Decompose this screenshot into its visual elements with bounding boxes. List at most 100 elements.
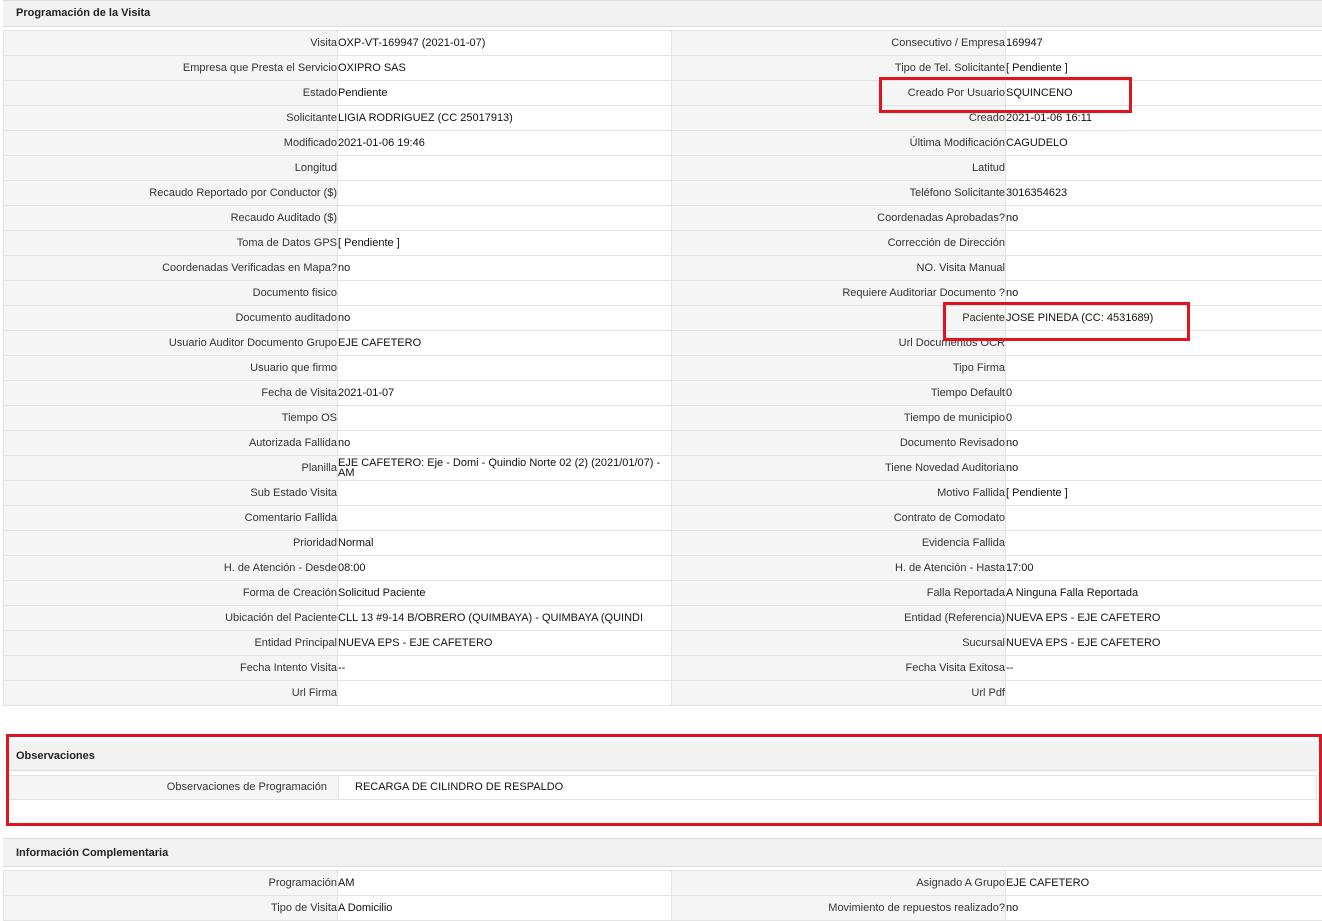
field-value xyxy=(338,681,672,706)
field-label: Programación xyxy=(4,871,338,896)
field-value: LIGIA RODRIGUEZ (CC 25017913) xyxy=(338,106,672,131)
programacion-row: PrioridadNormalEvidencia Fallida xyxy=(4,531,1322,556)
field-value: no xyxy=(1006,281,1322,306)
field-value: Solicitud Paciente xyxy=(338,581,672,606)
field-value xyxy=(1006,231,1322,256)
field-label: Teléfono Solicitante xyxy=(672,181,1006,206)
field-value xyxy=(338,181,672,206)
field-value: JOSE PINEDA (CC: 4531689) xyxy=(1006,306,1322,331)
programacion-row: Entidad PrincipalNUEVA EPS - EJE CAFETER… xyxy=(4,631,1322,656)
field-value: no xyxy=(338,431,672,456)
programacion-row: Fecha de Visita 2021-01-07Tiempo Default… xyxy=(4,381,1322,406)
field-value: CLL 13 #9-14 B/OBRERO (QUIMBAYA) - QUIMB… xyxy=(338,606,672,631)
field-value xyxy=(338,281,672,306)
programacion-table: VisitaOXP-VT-169947 (2021-01-07)Consecut… xyxy=(3,30,1322,706)
field-label: Asignado A Grupo xyxy=(672,871,1006,896)
programacion-row: Fecha Intento Visita --Fecha Visita Exit… xyxy=(4,656,1322,681)
field-label: Usuario Auditor Documento Grupo xyxy=(4,331,338,356)
field-value: Normal xyxy=(338,531,672,556)
field-label: Documento fisico xyxy=(4,281,338,306)
field-value xyxy=(338,206,672,231)
observaciones-value: RECARGA DE CILINDRO DE RESPALDO xyxy=(339,776,563,799)
field-label: Tipo de Visita xyxy=(4,896,338,921)
field-value: NUEVA EPS - EJE CAFETERO xyxy=(1006,606,1322,631)
field-label: Tiempo OS xyxy=(4,406,338,431)
observaciones-label: Observaciones de Programación xyxy=(9,776,339,799)
field-label: H. de Atención - Desde xyxy=(4,556,338,581)
field-label: Tiempo Default xyxy=(672,381,1006,406)
field-label: Planilla xyxy=(4,456,338,481)
field-value: 169947 xyxy=(1006,31,1322,56)
field-label: Tiene Novedad Auditoria xyxy=(672,456,1006,481)
complementaria-header: Información Complementaria xyxy=(3,838,1322,867)
field-label: Tipo de Tel. Solicitante xyxy=(672,56,1006,81)
programacion-row: Coordenadas Verificadas en Mapa? noNO. V… xyxy=(4,256,1322,281)
field-label: Fecha de Visita xyxy=(4,381,338,406)
field-value: OXP-VT-169947 (2021-01-07) xyxy=(338,31,672,56)
field-label: Última Modificación xyxy=(672,131,1006,156)
programacion-row: Ubicación del PacienteCLL 13 #9-14 B/OBR… xyxy=(4,606,1322,631)
observaciones-row: Observaciones de Programación RECARGA DE… xyxy=(8,775,1317,800)
field-value: 3016354623 xyxy=(1006,181,1322,206)
field-label: Usuario que firmo xyxy=(4,356,338,381)
field-value: [ Pendiente ] xyxy=(1006,481,1322,506)
field-value: A Domicilio xyxy=(338,896,672,921)
field-value xyxy=(1006,356,1322,381)
field-value: 2021-01-07 xyxy=(338,381,672,406)
complementaria-row: Tipo de VisitaA DomicilioMovimiento de r… xyxy=(4,896,1322,921)
field-label: Documento auditado xyxy=(4,306,338,331)
field-value: SQUINCENO xyxy=(1006,81,1322,106)
programacion-row: Autorizada Fallida noDocumento Revisado … xyxy=(4,431,1322,456)
field-value: OXIPRO SAS xyxy=(338,56,672,81)
field-label: Url Pdf xyxy=(672,681,1006,706)
field-label: Tipo Firma xyxy=(672,356,1006,381)
field-label: Forma de Creación xyxy=(4,581,338,606)
field-label: Modificado xyxy=(4,131,338,156)
programacion-row: VisitaOXP-VT-169947 (2021-01-07)Consecut… xyxy=(4,31,1322,56)
programacion-row: SolicitanteLIGIA RODRIGUEZ (CC 25017913)… xyxy=(4,106,1322,131)
field-label: Latitud xyxy=(672,156,1006,181)
programacion-row: PlanillaEJE CAFETERO: Eje - Domi - Quind… xyxy=(4,456,1322,481)
field-label: Solicitante xyxy=(4,106,338,131)
programacion-row: Modificado2021-01-06 19:46Última Modific… xyxy=(4,131,1322,156)
field-label: H. de Atención - Hasta xyxy=(672,556,1006,581)
programacion-row: Usuario Auditor Documento GrupoEJE CAFET… xyxy=(4,331,1322,356)
field-value: -- xyxy=(338,656,672,681)
programacion-row: Recaudo Reportado por Conductor ($)Teléf… xyxy=(4,181,1322,206)
field-value: no xyxy=(1006,206,1322,231)
field-label: Motivo Fallida xyxy=(672,481,1006,506)
field-label: Evidencia Fallida xyxy=(672,531,1006,556)
programacion-row: Longitud Latitud xyxy=(4,156,1322,181)
field-label: NO. Visita Manual xyxy=(672,256,1006,281)
field-label: Movimiento de repuestos realizado? xyxy=(672,896,1006,921)
field-label: Sub Estado Visita xyxy=(4,481,338,506)
field-label: Entidad (Referencia) xyxy=(672,606,1006,631)
field-value xyxy=(1006,681,1322,706)
field-label: Fecha Intento Visita xyxy=(4,656,338,681)
field-value xyxy=(1006,256,1322,281)
programacion-row: Empresa que Presta el ServicioOXIPRO SAS… xyxy=(4,56,1322,81)
field-label: Entidad Principal xyxy=(4,631,338,656)
field-label: Visita xyxy=(4,31,338,56)
field-value: 2021-01-06 19:46 xyxy=(338,131,672,156)
field-label: Longitud xyxy=(4,156,338,181)
field-label: Paciente xyxy=(672,306,1006,331)
programacion-row: Documento auditado noPacienteJOSE PINEDA… xyxy=(4,306,1322,331)
field-value xyxy=(338,156,672,181)
field-label: Autorizada Fallida xyxy=(4,431,338,456)
field-label: Url Documentos OCR xyxy=(672,331,1006,356)
field-label: Empresa que Presta el Servicio xyxy=(4,56,338,81)
field-value: A Ninguna Falla Reportada xyxy=(1006,581,1322,606)
field-value xyxy=(1006,156,1322,181)
field-label: Recaudo Auditado ($) xyxy=(4,206,338,231)
field-value: no xyxy=(1006,896,1322,921)
field-value: [ Pendiente ] xyxy=(1006,56,1322,81)
field-value: 08:00 xyxy=(338,556,672,581)
programacion-row: Comentario FallidaContrato de Comodato xyxy=(4,506,1322,531)
field-label: Consecutivo / Empresa xyxy=(672,31,1006,56)
field-value: no xyxy=(338,306,672,331)
field-label: Coordenadas Verificadas en Mapa? xyxy=(4,256,338,281)
field-label: Url Firma xyxy=(4,681,338,706)
field-value xyxy=(338,506,672,531)
programacion-row: Usuario que firmo Tipo Firma xyxy=(4,356,1322,381)
